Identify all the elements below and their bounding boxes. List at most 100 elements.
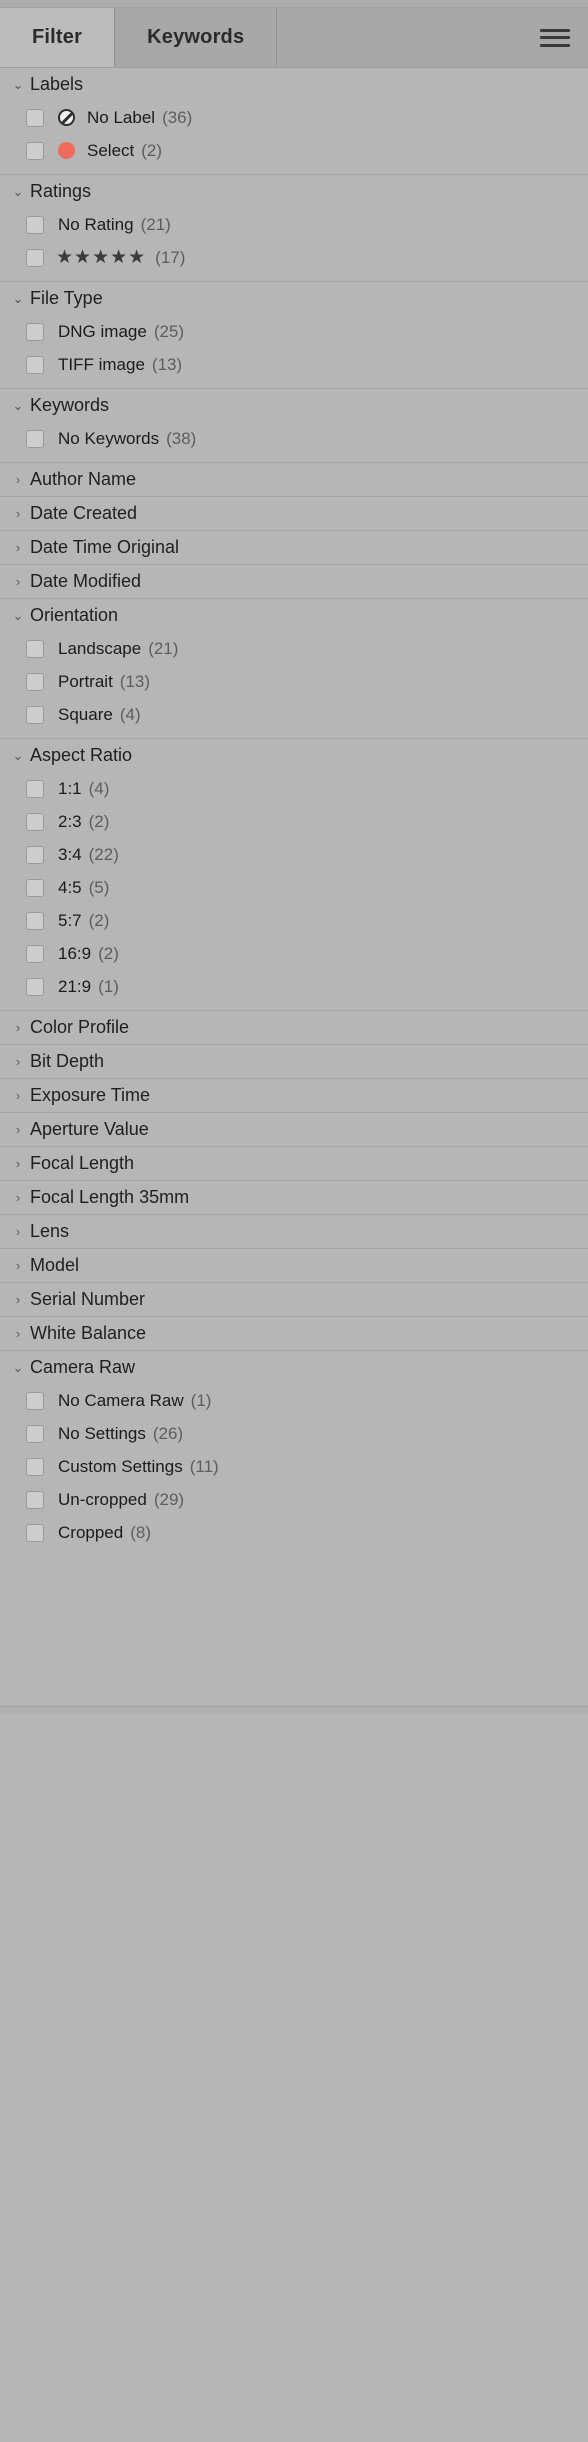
section-body: No Keywords (38) (0, 422, 588, 462)
checkbox[interactable] (26, 1523, 44, 1542)
filter-row[interactable]: TIFF image (13) (0, 348, 588, 381)
filter-row[interactable]: DNG image (25) (0, 315, 588, 348)
section-title: Focal Length 35mm (30, 1187, 190, 1207)
section-header-file-type[interactable]: ⌄ File Type (0, 282, 588, 315)
filter-row-label: Portrait (58, 671, 113, 691)
checkbox[interactable] (26, 812, 44, 831)
section-header-bit-depth[interactable]: › Bit Depth (0, 1045, 588, 1078)
checkbox[interactable] (26, 248, 44, 267)
chevron-right-icon: › (15, 1292, 21, 1307)
section-header-focal-length-35mm[interactable]: › Focal Length 35mm (0, 1181, 588, 1214)
checkbox[interactable] (26, 911, 44, 930)
filter-row[interactable]: No Keywords (38) (0, 422, 588, 455)
section-title: Focal Length (30, 1153, 135, 1173)
checkbox[interactable] (26, 355, 44, 374)
filter-row[interactable]: 2:3 (2) (0, 805, 588, 838)
filter-row-count: (4) (88, 778, 110, 798)
filter-row[interactable]: Portrait (13) (0, 665, 588, 698)
checkbox[interactable] (26, 429, 44, 448)
chevron-right-icon: › (15, 1122, 21, 1137)
tab-keywords-label: Keywords (147, 26, 245, 48)
section-title: Lens (30, 1221, 70, 1241)
section-header-author-name[interactable]: › Author Name (0, 463, 588, 496)
checkbox[interactable] (26, 322, 44, 341)
checkbox[interactable] (26, 779, 44, 798)
checkbox[interactable] (26, 878, 44, 897)
section-header-serial-number[interactable]: › Serial Number (0, 1283, 588, 1316)
filter-row-label: No Rating (58, 214, 134, 234)
filter-row-label: Select (87, 140, 135, 160)
section-header-lens[interactable]: › Lens (0, 1215, 588, 1248)
checkbox[interactable] (26, 1457, 44, 1476)
section-header-labels[interactable]: ⌄ Labels (0, 68, 588, 101)
checkbox[interactable] (26, 705, 44, 724)
filter-row[interactable]: Square (4) (0, 698, 588, 731)
section-header-white-balance[interactable]: › White Balance (0, 1317, 588, 1350)
filter-section: ⌄ Camera Raw No Camera Raw (1) No Settings (2… (0, 1351, 588, 1556)
filter-row-count: (17) (155, 247, 186, 267)
section-title: Ratings (30, 181, 92, 201)
section-header-aperture-value[interactable]: › Aperture Value (0, 1113, 588, 1146)
section-title: File Type (30, 288, 103, 308)
filter-row-label: DNG image (58, 321, 147, 341)
checkbox[interactable] (26, 672, 44, 691)
filter-row-count: (38) (166, 428, 197, 448)
checkbox[interactable] (26, 1424, 44, 1443)
filter-row[interactable]: 21:9 (1) (0, 970, 588, 1003)
panel-top-strip (0, 0, 588, 8)
section-header-color-profile[interactable]: › Color Profile (0, 1011, 588, 1044)
checkbox[interactable] (26, 141, 44, 160)
filter-row[interactable]: Custom Settings (11) (0, 1450, 588, 1483)
filter-row[interactable]: Select (2) (0, 134, 588, 167)
section-header-ratings[interactable]: ⌄ Ratings (0, 175, 588, 208)
section-header-exposure-time[interactable]: › Exposure Time (0, 1079, 588, 1112)
filter-row[interactable]: Un-cropped (29) (0, 1483, 588, 1516)
checkbox[interactable] (26, 108, 44, 127)
filter-row[interactable]: 3:4 (22) (0, 838, 588, 871)
section-title: Labels (30, 74, 84, 94)
section-title: Keywords (30, 395, 110, 415)
filter-row[interactable]: Cropped (8) (0, 1516, 588, 1549)
filter-row[interactable]: 4:5 (5) (0, 871, 588, 904)
filter-row[interactable]: No Settings (26) (0, 1417, 588, 1450)
section-header-date-created[interactable]: › Date Created (0, 497, 588, 530)
chevron-down-icon: ⌄ (12, 291, 24, 306)
checkbox[interactable] (26, 639, 44, 658)
section-header-keywords[interactable]: ⌄ Keywords (0, 389, 588, 422)
filter-row[interactable]: 5:7 (2) (0, 904, 588, 937)
filter-row[interactable]: No Camera Raw (1) (0, 1384, 588, 1417)
checkbox[interactable] (26, 944, 44, 963)
filter-row[interactable]: 1:1 (4) (0, 772, 588, 805)
filter-row-count: (13) (119, 671, 151, 691)
tab-keywords[interactable]: Keywords (115, 8, 278, 67)
checkbox[interactable] (26, 1490, 44, 1509)
filter-row-count: (2) (98, 943, 119, 963)
checkbox[interactable] (26, 215, 44, 234)
section-header-camera-raw[interactable]: ⌄ Camera Raw (0, 1351, 588, 1384)
section-title: Camera Raw (30, 1357, 136, 1377)
checkbox[interactable] (26, 845, 44, 864)
filter-row-label: No Keywords (58, 428, 160, 448)
section-header-date-time-original[interactable]: › Date Time Original (0, 531, 588, 564)
section-header-orientation[interactable]: ⌄ Orientation (0, 599, 588, 632)
filter-row[interactable]: Landscape (21) (0, 632, 588, 665)
hamburger-icon[interactable] (540, 28, 570, 47)
filter-section: › Serial Number (0, 1283, 588, 1317)
panel-bottom-edge (0, 1706, 588, 1714)
filter-section: ⌄ Labels No Label (36) Select (2) (0, 68, 588, 175)
checkbox[interactable] (26, 977, 44, 996)
chevron-right-icon: › (15, 1020, 21, 1035)
filter-row-label: TIFF image (58, 354, 145, 374)
filter-row[interactable]: No Rating (21) (0, 208, 588, 241)
section-header-model[interactable]: › Model (0, 1249, 588, 1282)
filter-row-label: 1:1 (58, 778, 82, 798)
section-header-aspect-ratio[interactable]: ⌄ Aspect Ratio (0, 739, 588, 772)
section-header-date-modified[interactable]: › Date Modified (0, 565, 588, 598)
section-header-focal-length[interactable]: › Focal Length (0, 1147, 588, 1180)
filter-row[interactable]: No Label (36) (0, 101, 588, 134)
checkbox[interactable] (26, 1391, 44, 1410)
tab-filter[interactable]: Filter (0, 8, 116, 67)
filter-row[interactable]: ★★★★★ (17) (0, 241, 588, 274)
filter-section: › Date Modified (0, 565, 588, 599)
filter-row[interactable]: 16:9 (2) (0, 937, 588, 970)
